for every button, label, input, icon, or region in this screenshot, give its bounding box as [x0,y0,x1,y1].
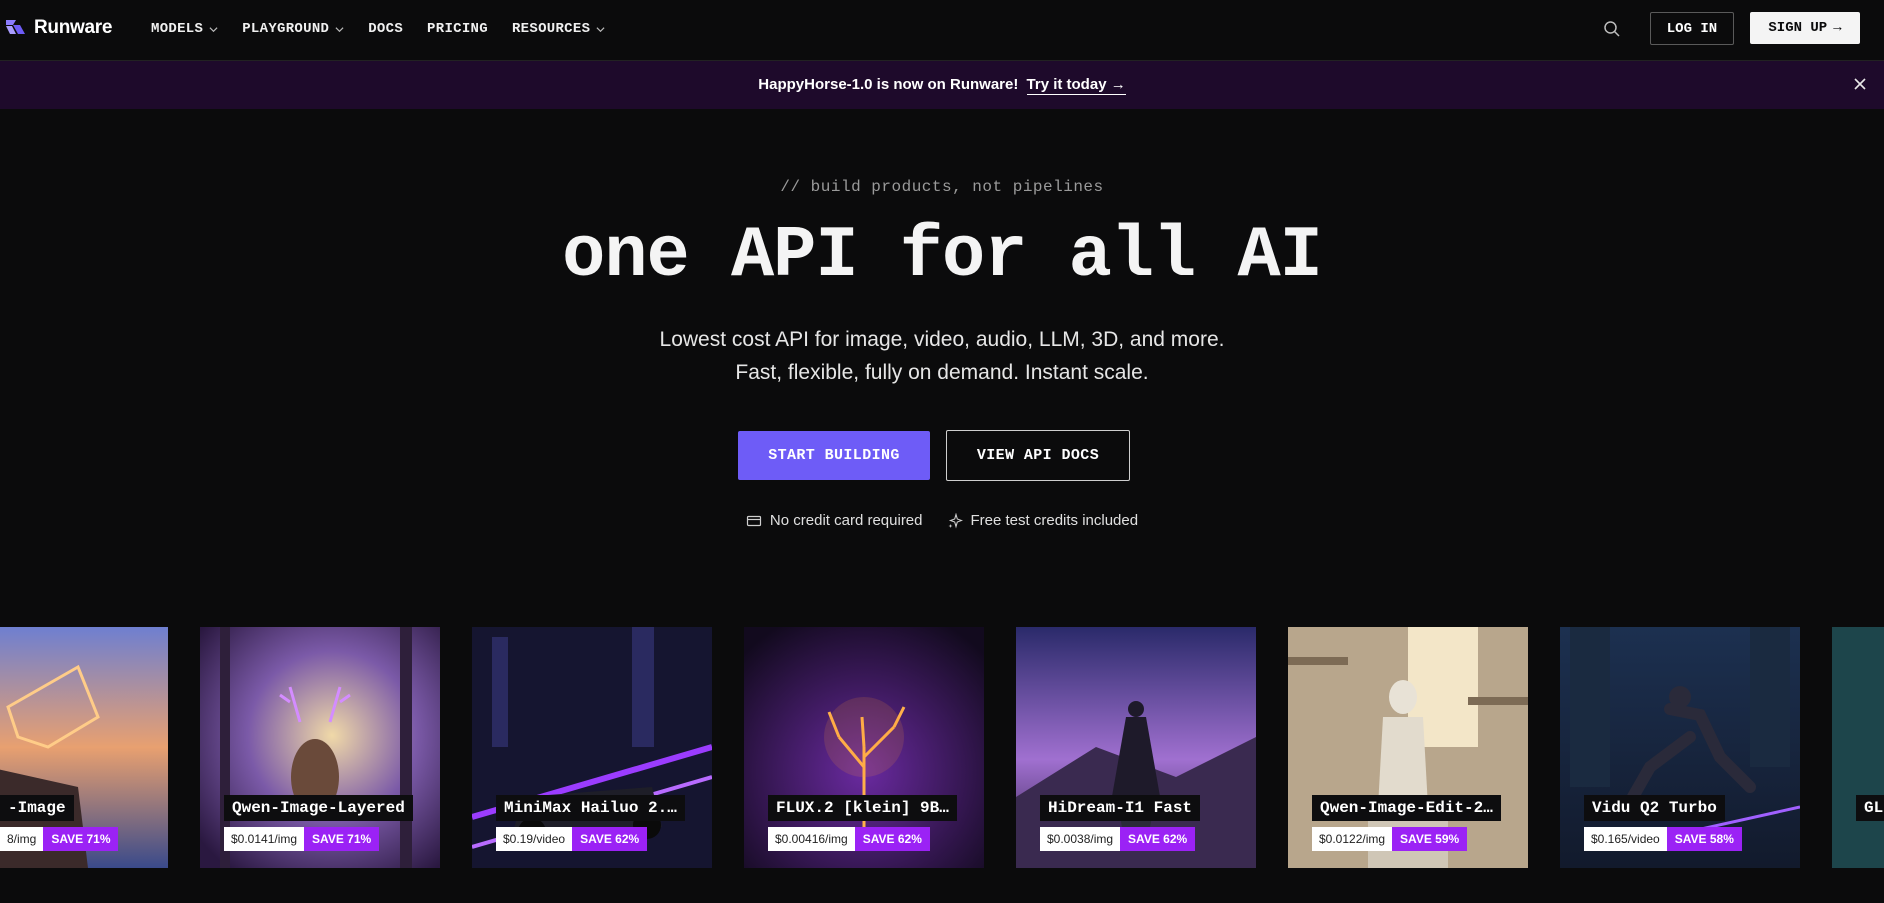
login-button[interactable]: LOG IN [1650,12,1734,45]
nav-pricing[interactable]: PRICING [427,21,488,37]
model-card[interactable]: Qwen-Image-Edit-2… $0.0122/img SAVE 59% [1288,627,1528,868]
card-meta: $0.00416/img SAVE 62% [768,827,930,851]
banner-text: HappyHorse-1.0 is now on Runware! [758,76,1019,93]
card-meta: $0.19/video SAVE 62% [496,827,648,851]
card-save-badge: SAVE 59% [1392,827,1468,851]
chevron-down-icon [209,26,218,32]
perk-label: Free test credits included [970,512,1139,529]
chevron-down-icon [335,26,344,32]
brand-name: Runware [34,17,113,38]
arrow-right-icon: → [1833,20,1842,36]
model-card[interactable]: -Image 8/img SAVE 71% [0,627,168,868]
banner-link[interactable]: Try it today → [1026,76,1126,95]
logo[interactable]: Runware [4,16,112,40]
top-nav: Runware MODELS PLAYGROUND DOCS PRICING R… [0,0,1884,61]
card-meta: 8/img SAVE 71% [0,827,119,851]
card-price: $0.165/video [1584,827,1667,851]
nav-playground-label: PLAYGROUND [242,21,330,37]
perk-no-credit-card: No credit card required [746,512,923,529]
hero-tagline: // build products, not pipelines [780,178,1104,196]
sparkles-icon [948,512,963,528]
model-card[interactable]: Qwen-Image-Layered $0.0141/img SAVE 71% [200,627,440,868]
card-meta: $0.0122/img SAVE 59% [1312,827,1468,851]
card-title: FLUX.2 [klein] 9B… [768,795,957,821]
nav-pricing-label: PRICING [427,21,488,37]
model-carousel: -Image 8/img SAVE 71% Qwen-Image-Layered… [0,627,1884,869]
credit-card-icon [746,515,762,526]
card-meta: $0.165/video SAVE 58% [1584,827,1742,851]
card-title: Qwen-Image-Layered [224,795,413,821]
card-price: $0.0141/img [224,827,305,851]
nav-resources[interactable]: RESOURCES [512,21,605,37]
nav-playground[interactable]: PLAYGROUND [242,21,344,37]
card-price: $0.0038/img [1040,827,1121,851]
signup-button[interactable]: SIGN UP → [1750,12,1860,44]
card-title: GL [1856,795,1884,821]
start-building-label: START BUILDING [768,447,900,464]
hero-subtitle-line-1: Lowest cost API for image, video, audio,… [659,328,1225,351]
card-title: MiniMax Hailuo 2.… [496,795,685,821]
card-save-badge: SAVE 71% [304,827,380,851]
nav-resources-label: RESOURCES [511,21,591,37]
hero-headline: one API for all AI [562,215,1323,297]
card-save-badge: SAVE 71% [43,827,119,851]
card-title: Vidu Q2 Turbo [1584,795,1725,821]
view-api-docs-label: VIEW API DOCS [976,447,1100,464]
nav-models[interactable]: MODELS [151,21,218,37]
card-image [1832,627,1884,868]
main-nav: MODELS PLAYGROUND DOCS PRICING RESOURCES [151,0,605,58]
nav-docs[interactable]: DOCS [368,21,403,37]
hero-subtitle-line-2: Fast, flexible, fully on demand. Instant… [735,361,1149,384]
card-title: Qwen-Image-Edit-2… [1312,795,1501,821]
view-api-docs-button[interactable]: VIEW API DOCS [946,430,1130,481]
card-price: $0.19/video [496,827,573,851]
chevron-down-icon [596,26,605,32]
start-building-button[interactable]: START BUILDING [738,431,930,480]
nav-models-label: MODELS [151,21,204,37]
card-price: $0.00416/img [768,827,855,851]
card-title: -Image [0,795,74,821]
card-meta: $0.0038/img SAVE 62% [1040,827,1196,851]
announcement-banner: HappyHorse-1.0 is now on Runware! Try it… [0,61,1884,109]
perk-free-credits: Free test credits included [947,512,1139,529]
card-meta: $0.0141/img SAVE 71% [224,827,380,851]
card-price: 8/img [0,827,44,851]
nav-docs-label: DOCS [368,21,404,37]
runware-logo-icon [6,20,25,34]
card-save-badge: SAVE 62% [1120,827,1196,851]
card-price: $0.0122/img [1312,827,1393,851]
signup-label: SIGN UP [1768,20,1828,36]
card-save-badge: SAVE 62% [854,827,930,851]
model-card[interactable]: HiDream-I1 Fast $0.0038/img SAVE 62% [1016,627,1256,868]
card-title: HiDream-I1 Fast [1040,795,1201,821]
search-icon[interactable] [1602,19,1622,39]
model-card[interactable]: MiniMax Hailuo 2.… $0.19/video SAVE 62% [472,627,712,868]
model-card[interactable]: Vidu Q2 Turbo $0.165/video SAVE 58% [1560,627,1800,868]
model-card[interactable]: FLUX.2 [klein] 9B… $0.00416/img SAVE 62% [744,627,984,868]
perk-label: No credit card required [769,512,923,529]
banner-message: HappyHorse-1.0 is now on Runware! Try it… [0,76,1884,95]
hero-perks: No credit card required Free test credit… [0,512,1884,529]
login-label: LOG IN [1666,20,1718,37]
card-save-badge: SAVE 62% [572,827,648,851]
model-card[interactable]: GL [1832,627,1884,868]
card-save-badge: SAVE 58% [1666,827,1742,851]
close-icon[interactable] [1852,76,1868,92]
